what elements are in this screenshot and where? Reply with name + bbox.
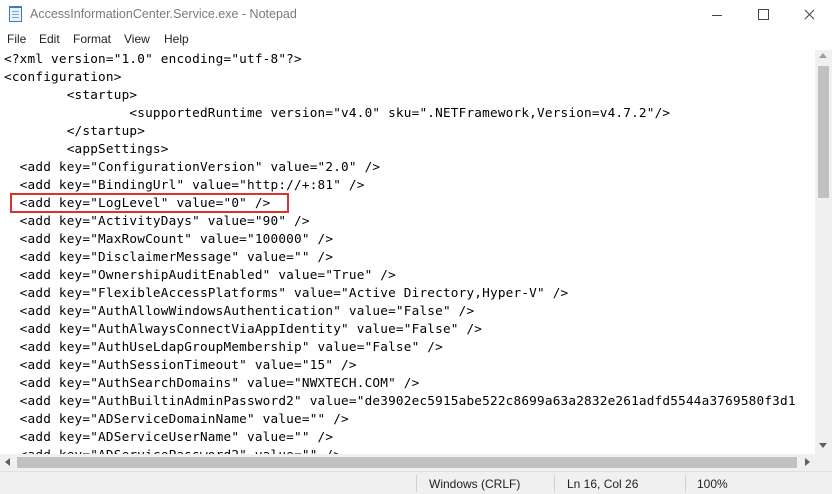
- status-separator: [685, 475, 686, 492]
- editor-line: <supportedRuntime version="v4.0" sku=".N…: [4, 105, 671, 120]
- menu-view[interactable]: View: [124, 32, 150, 46]
- editor-line: <add key="AuthAlwaysConnectViaAppIdentit…: [4, 321, 483, 336]
- vertical-scroll-thumb[interactable]: [818, 66, 829, 198]
- status-separator: [416, 475, 417, 492]
- menu-help[interactable]: Help: [164, 32, 189, 46]
- editor-line: <add key="AuthSearchDomains" value="NWXT…: [4, 375, 420, 390]
- editor-line: <add key="ADServiceDomainName" value="" …: [4, 411, 349, 426]
- horizontal-scroll-thumb[interactable]: [17, 457, 797, 468]
- editor-line: <add key="DisclaimerMessage" value="" />: [4, 249, 334, 264]
- menu-file[interactable]: File: [7, 32, 26, 46]
- scroll-up-icon[interactable]: [819, 53, 827, 58]
- editor-line: <?xml version="1.0" encoding="utf-8"?>: [4, 51, 302, 66]
- editor-line: <add key="ADServicePassword2" value="" /…: [4, 446, 341, 454]
- window-title: AccessInformationCenter.Service.exe - No…: [30, 7, 297, 21]
- editor-line: <add key="AuthAllowWindowsAuthentication…: [4, 303, 475, 318]
- editor-line: <add key="MaxRowCount" value="100000" />: [4, 231, 334, 246]
- editor-line: <add key="ADServiceUserName" value="" />: [4, 429, 334, 444]
- cursor-position-status: Ln 16, Col 26: [567, 477, 639, 491]
- notepad-icon: [9, 6, 22, 22]
- menu-bar: File Edit Format View Help: [0, 30, 832, 50]
- menu-format[interactable]: Format: [73, 32, 111, 46]
- editor-line: <add key="FlexibleAccessPlatforms" value…: [4, 285, 569, 300]
- line-ending-status: Windows (CRLF): [429, 477, 521, 491]
- status-separator: [554, 475, 555, 492]
- editor-line: </startup>: [4, 123, 146, 138]
- scroll-down-icon[interactable]: [819, 443, 827, 448]
- scrollbar-corner: [815, 454, 832, 471]
- editor-line: <add key="AuthBuiltinAdminPassword2" val…: [4, 393, 796, 408]
- status-bar: Windows (CRLF) Ln 16, Col 26 100%: [0, 471, 832, 494]
- editor-line: <configuration>: [4, 69, 122, 84]
- highlight-box: [10, 193, 289, 213]
- title-bar: AccessInformationCenter.Service.exe - No…: [0, 0, 832, 30]
- editor-line: <appSettings>: [4, 141, 169, 156]
- editor-line: <add key="ConfigurationVersion" value="2…: [4, 159, 381, 174]
- menu-edit[interactable]: Edit: [39, 32, 60, 46]
- editor-line: <add key="BindingUrl" value="http://+:81…: [4, 177, 365, 192]
- maximize-button[interactable]: [740, 0, 786, 30]
- zoom-status: 100%: [697, 477, 728, 491]
- minimize-button[interactable]: [694, 0, 740, 30]
- scroll-right-icon[interactable]: [805, 458, 810, 466]
- close-button[interactable]: [786, 0, 832, 30]
- text-editor[interactable]: <?xml version="1.0" encoding="utf-8"?> <…: [0, 50, 815, 454]
- editor-line: <add key="OwnershipAuditEnabled" value="…: [4, 267, 396, 282]
- editor-line: <startup>: [4, 87, 138, 102]
- editor-line: <add key="AuthUseLdapGroupMembership" va…: [4, 339, 443, 354]
- editor-line: <add key="AuthSessionTimeout" value="15"…: [4, 357, 357, 372]
- scroll-left-icon[interactable]: [5, 458, 10, 466]
- editor-line: <add key="ActivityDays" value="90" />: [4, 213, 310, 228]
